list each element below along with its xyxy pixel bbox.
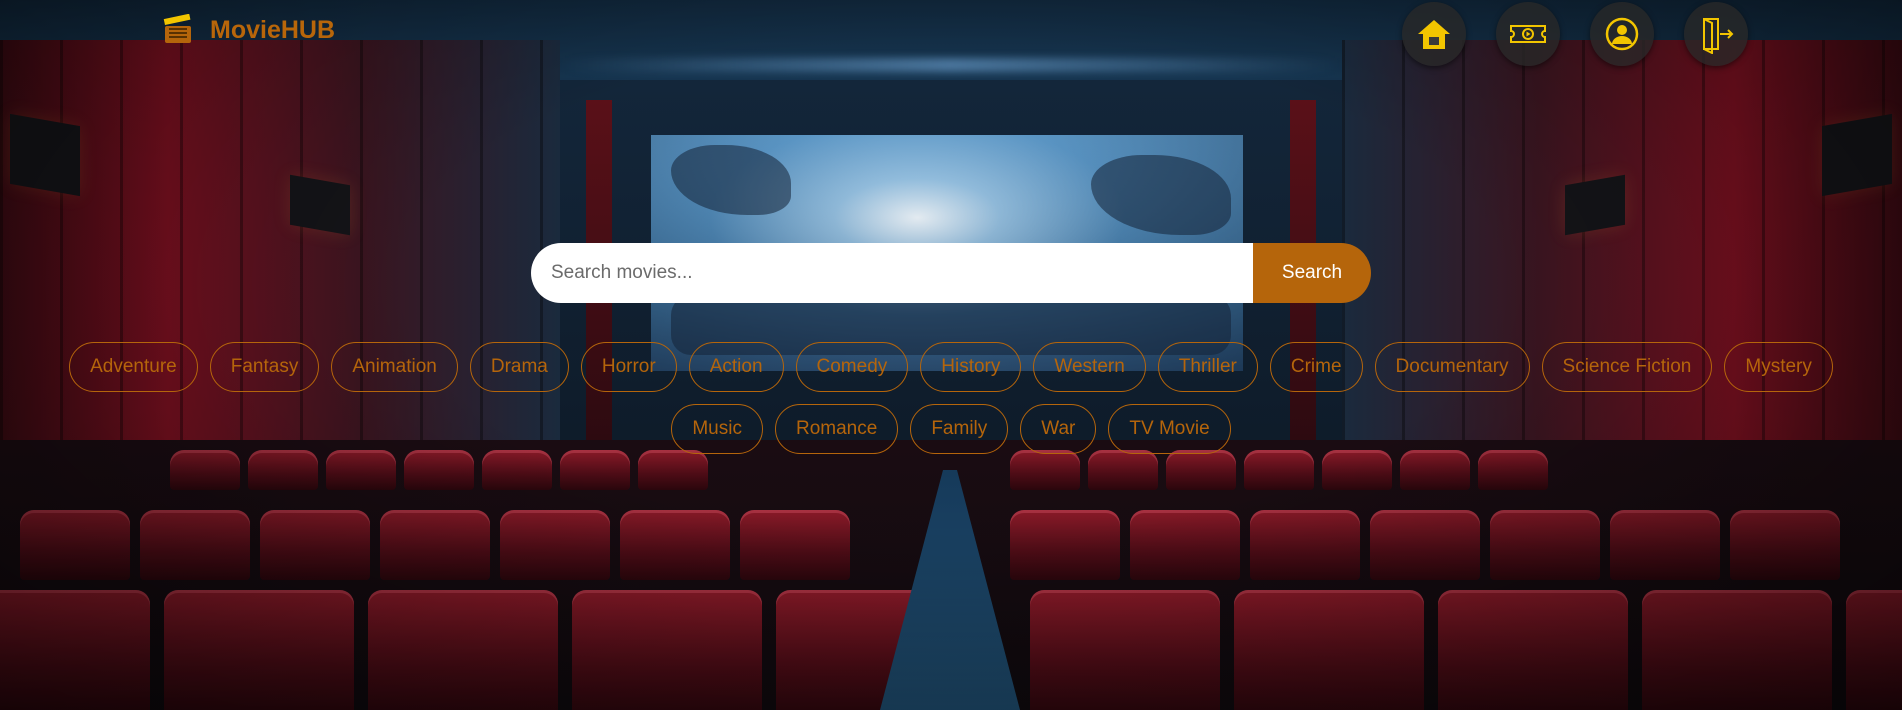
genre-chip-western[interactable]: Western — [1033, 342, 1146, 392]
app-title: MovieHUB — [210, 15, 336, 44]
home-button[interactable] — [1402, 2, 1466, 66]
ticket-icon — [1510, 25, 1546, 43]
genre-chip-action[interactable]: Action — [688, 342, 784, 392]
tickets-button[interactable] — [1496, 2, 1560, 66]
genre-chip-documentary[interactable]: Documentary — [1374, 342, 1530, 392]
clapperboard-icon — [163, 14, 191, 43]
search-bar: Search — [531, 243, 1371, 303]
genre-chip-family[interactable]: Family — [910, 404, 1009, 454]
top-nav — [1402, 2, 1748, 66]
genre-chip-drama[interactable]: Drama — [469, 342, 569, 392]
genre-chip-crime[interactable]: Crime — [1269, 342, 1363, 392]
genre-chip-music[interactable]: Music — [671, 404, 763, 454]
genre-chip-animation[interactable]: Animation — [331, 342, 458, 392]
logout-icon — [1703, 18, 1734, 54]
genre-chip-mystery[interactable]: Mystery — [1724, 342, 1833, 392]
home-icon — [1418, 20, 1450, 49]
genre-chip-romance[interactable]: Romance — [774, 404, 899, 454]
genre-chip-science-fiction[interactable]: Science Fiction — [1541, 342, 1713, 392]
genre-chip-thriller[interactable]: Thriller — [1157, 342, 1258, 392]
genre-chip-tv-movie[interactable]: TV Movie — [1108, 404, 1231, 454]
user-profile-icon — [1605, 17, 1639, 51]
genre-chip-adventure[interactable]: Adventure — [69, 342, 198, 392]
profile-button[interactable] — [1590, 2, 1654, 66]
search-button[interactable]: Search — [1253, 243, 1371, 303]
genre-chip-comedy[interactable]: Comedy — [795, 342, 909, 392]
genre-chip-horror[interactable]: Horror — [580, 342, 677, 392]
genre-chip-history[interactable]: History — [920, 342, 1022, 392]
search-input[interactable] — [531, 243, 1253, 303]
app-logo[interactable]: MovieHUB — [162, 14, 335, 46]
genre-chip-fantasy[interactable]: Fantasy — [209, 342, 320, 392]
genre-chip-war[interactable]: War — [1020, 404, 1097, 454]
genre-filter-list: Adventure Fantasy Animation Drama Horror… — [40, 342, 1862, 454]
logout-button[interactable] — [1684, 2, 1748, 66]
